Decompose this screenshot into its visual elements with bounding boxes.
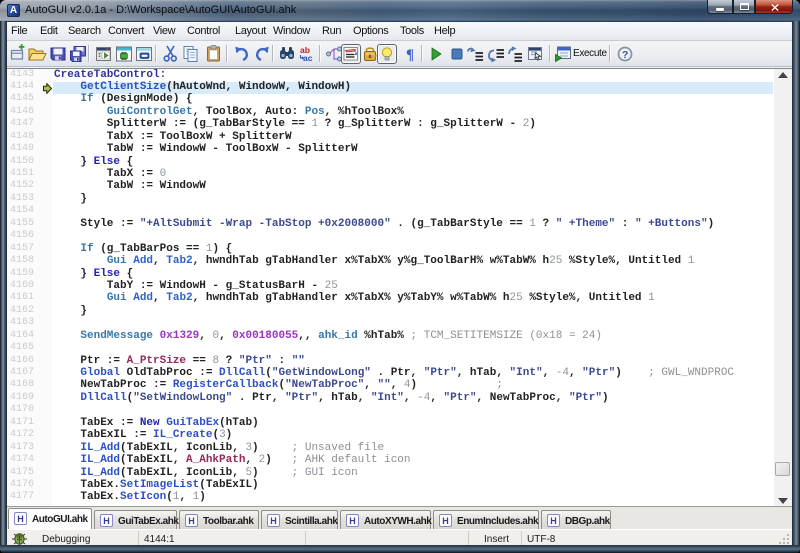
svg-text:¶: ¶ [406,47,414,63]
svg-text:?: ? [622,49,628,61]
